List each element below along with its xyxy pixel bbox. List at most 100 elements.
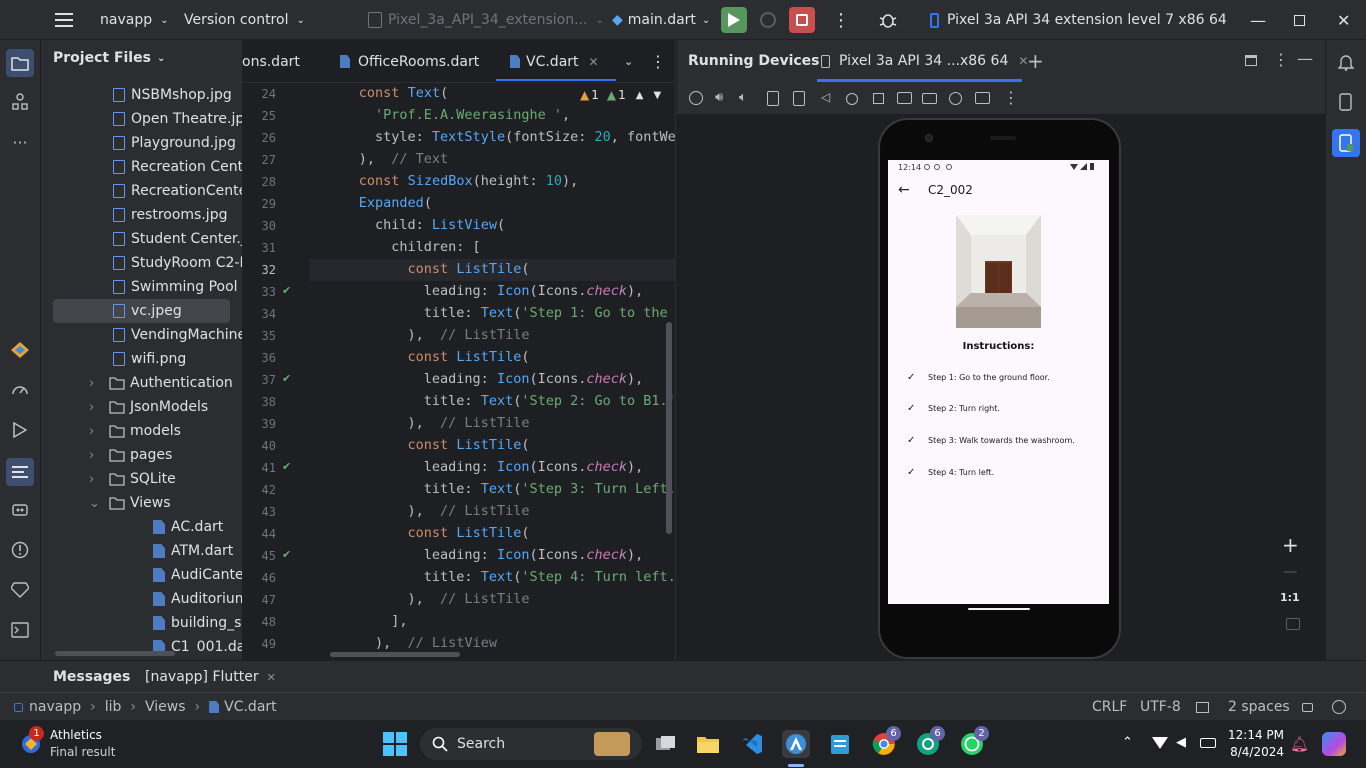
rotate-right-icon[interactable] bbox=[793, 91, 805, 106]
show-hidden-icons-icon[interactable]: ⌃ bbox=[1122, 735, 1133, 750]
notes-app-icon[interactable] bbox=[826, 730, 854, 758]
tab-vc-dart[interactable]: VC.dart ✕ bbox=[510, 40, 599, 83]
inspections-widget[interactable]: ▲ 1 ▲ 1 ▲ ▼ bbox=[576, 88, 666, 102]
taskbar-search[interactable]: Search bbox=[420, 728, 642, 760]
lock-icon[interactable] bbox=[1302, 693, 1313, 721]
rotate-left-icon[interactable] bbox=[767, 91, 779, 106]
problems-icon[interactable] bbox=[8, 538, 32, 562]
tree-file[interactable]: RecreationCenter2 bbox=[113, 179, 242, 203]
vscode-icon[interactable] bbox=[738, 730, 766, 758]
step-list-item[interactable]: ✓ Step 2: Turn right. bbox=[888, 400, 1109, 418]
file-encoding[interactable]: UTF-8 bbox=[1140, 693, 1181, 721]
logcat-icon[interactable] bbox=[6, 458, 34, 486]
messages-tab[interactable]: Messages bbox=[53, 669, 130, 685]
app-inspection-icon[interactable] bbox=[8, 498, 32, 522]
more-options-icon[interactable]: ⋮ bbox=[1273, 50, 1289, 69]
tree-folder[interactable]: › SQLite bbox=[89, 467, 176, 491]
battery-icon[interactable] bbox=[1200, 738, 1216, 748]
structure-icon[interactable] bbox=[8, 90, 32, 114]
read-only-toggle-icon[interactable] bbox=[1196, 693, 1209, 721]
zoom-fit-button[interactable] bbox=[1286, 618, 1300, 630]
widget-title[interactable]: Athletics bbox=[50, 728, 102, 742]
copilot-icon[interactable] bbox=[1322, 732, 1346, 756]
volume-down-icon[interactable]: 🔈︎ bbox=[739, 90, 747, 105]
zoom-out-button[interactable]: — bbox=[1283, 564, 1297, 580]
editor-hscrollbar[interactable] bbox=[330, 652, 460, 657]
start-button[interactable] bbox=[383, 732, 407, 756]
layout-icon[interactable] bbox=[1245, 55, 1257, 66]
chrome-icon[interactable]: 6 bbox=[870, 726, 901, 758]
step-list-item[interactable]: ✓ Step 1: Go to the ground floor. bbox=[888, 368, 1109, 386]
run-config-selector[interactable]: ◆ main.dart ⌄ bbox=[612, 0, 710, 40]
expand-chevron-icon[interactable]: › bbox=[89, 472, 109, 487]
volume-icon[interactable]: ◀ bbox=[1176, 735, 1186, 750]
indent-settings[interactable]: 2 spaces bbox=[1228, 693, 1290, 721]
chatgpt-icon[interactable]: 6 bbox=[914, 726, 945, 758]
stop-button[interactable] bbox=[789, 7, 815, 33]
overview-icon[interactable] bbox=[873, 93, 884, 104]
close-tab-icon[interactable]: ✕ bbox=[267, 671, 276, 684]
close-window-button[interactable]: ✕ bbox=[1337, 0, 1350, 40]
clock-date[interactable]: 8/4/2024 bbox=[1220, 745, 1284, 759]
device-tab[interactable]: Pixel 3a API 34 ...x86 64 ✕ bbox=[821, 53, 1028, 69]
clock-time[interactable]: 12:14 PM bbox=[1220, 728, 1284, 742]
whatsapp-icon[interactable]: 2 bbox=[958, 726, 989, 758]
terminal-icon[interactable] bbox=[8, 618, 32, 642]
tree-folder[interactable]: ⌄ Views bbox=[89, 491, 171, 515]
tree-file[interactable]: wifi.png bbox=[113, 347, 186, 371]
minimize-button[interactable]: — bbox=[1250, 0, 1266, 40]
project-view-selector[interactable]: Project Files ⌄ bbox=[53, 50, 165, 66]
file-explorer-icon[interactable] bbox=[694, 730, 722, 758]
step-list-item[interactable]: ✓ Step 3: Walk towards the washroom. bbox=[888, 431, 1109, 449]
tab-ons-dart[interactable]: ons.dart bbox=[242, 40, 300, 83]
line-separator[interactable]: CRLF bbox=[1092, 693, 1127, 721]
back-icon[interactable]: ◁ bbox=[821, 90, 830, 104]
tree-file[interactable]: Swimming Pool Co bbox=[113, 275, 242, 299]
flutter-messages-tab[interactable]: [navapp] Flutter ✕ bbox=[145, 669, 276, 685]
back-arrow-icon[interactable]: ← bbox=[898, 182, 910, 198]
tree-file[interactable]: Playground.jpg bbox=[113, 131, 236, 155]
help-icon[interactable] bbox=[1332, 693, 1346, 721]
tree-file[interactable]: Recreation Center bbox=[113, 155, 242, 179]
keyboard-icon[interactable] bbox=[975, 92, 990, 104]
power-icon[interactable] bbox=[689, 91, 703, 105]
dart-analysis-icon[interactable] bbox=[8, 578, 32, 602]
more-actions-icon[interactable]: ⋮ bbox=[832, 0, 850, 40]
tab-more-icon[interactable]: ⋮ bbox=[650, 40, 666, 83]
screenshot-icon[interactable] bbox=[897, 92, 912, 104]
expand-chevron-icon[interactable]: ⌄ bbox=[89, 496, 109, 511]
main-menu-icon[interactable] bbox=[55, 0, 73, 40]
bug-icon[interactable] bbox=[878, 10, 898, 30]
tree-file[interactable]: VendingMachine.jp bbox=[113, 323, 242, 347]
editor-scrollbar[interactable] bbox=[666, 322, 672, 534]
breadcrumb-item[interactable]: navapp bbox=[29, 699, 81, 715]
tree-folder[interactable]: › Authentication bbox=[89, 371, 233, 395]
project-switcher[interactable]: navapp ⌄ bbox=[100, 0, 168, 40]
device-config-selector[interactable]: Pixel_3a_API_34_extension... ⌄ bbox=[368, 0, 604, 40]
home-icon[interactable] bbox=[846, 93, 858, 105]
tree-file[interactable]: AC.dart bbox=[153, 515, 223, 539]
folder-icon[interactable] bbox=[6, 49, 34, 77]
tree-file[interactable]: StudyRoom C2-L11 bbox=[113, 251, 242, 275]
tree-file[interactable]: NSBMshop.jpg bbox=[113, 83, 232, 107]
expand-chevron-icon[interactable]: › bbox=[89, 376, 109, 391]
task-view-icon[interactable] bbox=[652, 730, 680, 758]
notifications-icon[interactable] bbox=[1334, 50, 1358, 74]
screen-record-icon[interactable] bbox=[922, 93, 937, 104]
expand-chevron-icon[interactable]: › bbox=[89, 448, 109, 463]
debug-button[interactable] bbox=[760, 12, 776, 28]
more-tools-icon[interactable]: ··· bbox=[8, 130, 32, 154]
device-selector[interactable]: Pixel 3a API 34 extension level 7 x86 64… bbox=[930, 0, 1230, 40]
volume-up-icon[interactable]: 🔊︎ bbox=[715, 90, 723, 105]
breadcrumb-item[interactable]: lib bbox=[105, 699, 122, 715]
tree-folder[interactable]: › models bbox=[89, 419, 181, 443]
tree-file[interactable]: Student Center.jpg bbox=[113, 227, 242, 251]
vcs-menu[interactable]: Version control ⌄ bbox=[184, 0, 305, 40]
device-manager-icon[interactable] bbox=[1334, 90, 1358, 114]
add-device-icon[interactable]: + bbox=[1027, 49, 1044, 73]
step-list-item[interactable]: ✓ Step 4: Turn left. bbox=[888, 463, 1109, 481]
expand-chevron-icon[interactable]: › bbox=[89, 400, 109, 415]
close-tab-icon[interactable]: ✕ bbox=[589, 55, 599, 69]
tree-file[interactable]: ATM.dart bbox=[153, 539, 233, 563]
run-tool-icon[interactable] bbox=[8, 418, 32, 442]
